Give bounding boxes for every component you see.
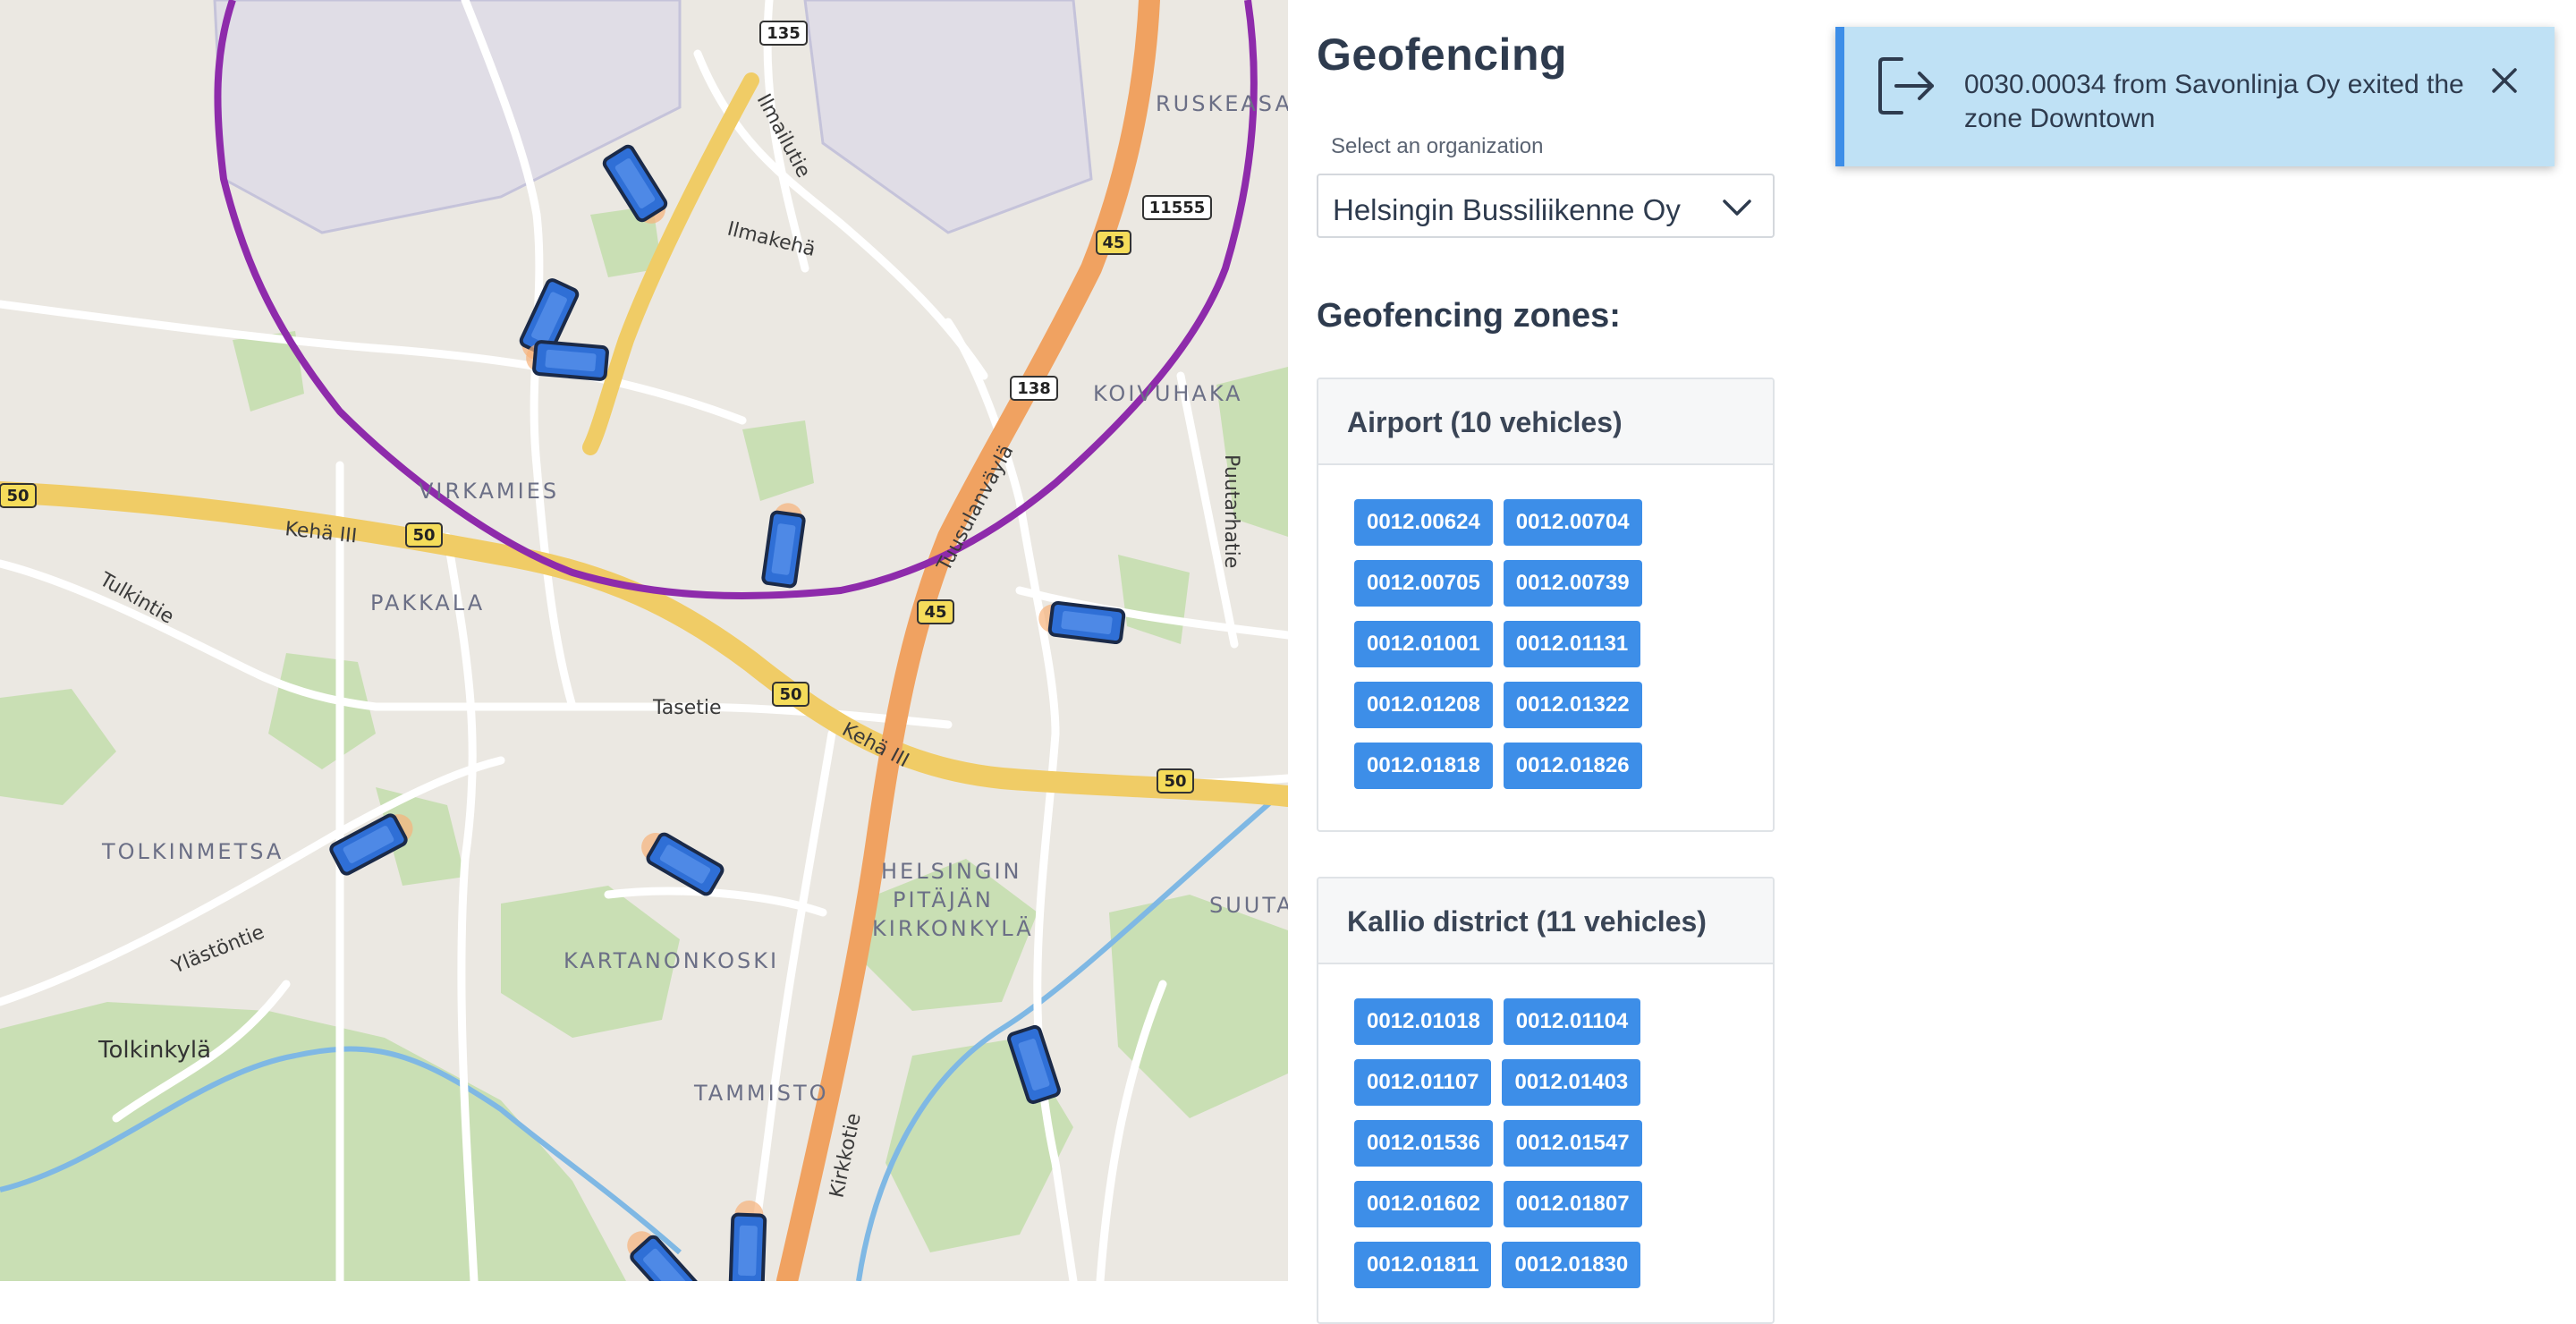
shield-45-top: 45 [1096,230,1131,255]
vehicle-tag[interactable]: 0012.01403 [1502,1059,1641,1106]
vehicle-tag[interactable]: 0012.00739 [1503,560,1642,607]
vehicle-tag[interactable]: 0012.01131 [1503,621,1641,667]
toast-accent-bar [1835,27,1844,166]
svg-text:50: 50 [1164,772,1186,791]
place-label-koivuhaka: KOIVUHAKA [1093,381,1243,406]
bus-marker[interactable] [728,1200,767,1281]
vehicle-tag[interactable]: 0012.01547 [1503,1120,1642,1167]
shield-11555: 11555 [1142,195,1212,220]
park-areas [0,206,1288,1281]
chevron-down-icon [1723,199,1751,216]
street-label-puutarhatie: Puutarhatie [1220,454,1242,568]
bus-marker[interactable] [525,340,609,381]
shield-50-tasetie: 50 [772,682,809,707]
place-label-helsingin: HELSINGIN [881,859,1021,884]
zone-vehicle-list: 0012.01018 0012.01104 0012.01107 0012.0140… [1318,964,1716,1322]
vehicle-tag[interactable]: 0012.00704 [1503,499,1642,546]
place-label-tammisto: TAMMISTO [693,1081,829,1106]
exit-icon [1878,57,1934,115]
shield-138: 138 [1010,376,1058,401]
shield-50-right: 50 [1157,768,1194,794]
vehicle-tag[interactable]: 0012.01811 [1354,1242,1492,1288]
vehicle-tag[interactable]: 0012.01322 [1503,682,1642,728]
place-label-tolkinkyla: Tolkinkylä [97,1037,211,1064]
place-label-virkamies: VIRKAMIES [419,479,559,504]
vehicle-tag[interactable]: 0012.01826 [1503,743,1642,789]
svg-text:45: 45 [1102,233,1124,252]
close-icon[interactable] [2490,66,2519,95]
vehicle-tag[interactable]: 0012.00705 [1354,560,1493,607]
vehicle-tag[interactable]: 0012.01001 [1354,621,1493,667]
place-label-tolkinmetsa: TOLKINMETSA [101,839,284,864]
vehicle-tag[interactable]: 0012.01830 [1502,1242,1641,1288]
map-canvas[interactable]: 135 11555 45 138 50 50 45 50 50 RUSKEASA… [0,0,1288,1281]
shield-50-kehä: 50 [405,522,443,547]
zone-title: Airport (10 vehicles) [1318,379,1773,465]
bus-marker[interactable] [635,826,724,896]
place-label-suutarila: SUUTARILA [1209,893,1288,918]
vehicle-tag[interactable]: 0012.01208 [1354,682,1493,728]
street-label-tuusulanvayla: Tuusulanväylä [933,441,1019,575]
svg-text:50: 50 [412,526,435,545]
svg-text:50: 50 [6,487,29,505]
svg-text:50: 50 [779,685,801,704]
svg-text:138: 138 [1017,379,1051,398]
organization-label: Select an organization [1331,134,1544,158]
svg-text:45: 45 [924,603,946,622]
zones-heading: Geofencing zones: [1317,297,1621,335]
place-label-kartanonkoski: KARTANONKOSKI [564,948,779,973]
vehicle-tag[interactable]: 0012.01107 [1354,1059,1492,1106]
vehicle-tag[interactable]: 0012.01018 [1354,998,1493,1045]
page-title: Geofencing [1317,30,1568,80]
place-label-kirkonkyla: KIRKONKYLÄ [872,915,1034,941]
vehicle-tag[interactable]: 0012.01104 [1503,998,1641,1045]
place-label-ruskeasanta: RUSKEASANTA [1156,91,1288,116]
vehicle-tag[interactable]: 0012.00624 [1354,499,1493,546]
street-label-ylastontie: Ylästöntie [168,921,267,979]
geofencing-panel: Geofencing Select an organization Helsin… [1317,0,1782,1324]
vehicle-tag[interactable]: 0012.01818 [1354,743,1493,789]
zone-vehicle-list: 0012.00624 0012.00704 0012.00705 0012.0073… [1318,465,1716,825]
place-label-pakkala: PAKKALA [370,590,485,615]
vehicle-tag[interactable]: 0012.01602 [1354,1181,1493,1227]
bus-marker[interactable] [761,501,806,589]
shield-50-left: 50 [0,483,37,508]
organization-select[interactable]: Helsingin Bussiliikenne Oy [1317,174,1775,238]
zone-card-airport: Airport (10 vehicles) 0012.00624 0012.007… [1317,378,1775,832]
street-label-tasetie: Tasetie [652,697,722,719]
organization-select-value: Helsingin Bussiliikenne Oy [1333,193,1681,226]
zone-card-kallio: Kallio district (11 vehicles) 0012.01018… [1317,877,1775,1324]
place-label-pitajan: PITÄJÄN [893,887,994,912]
notification-toast: 0030.00034 from Savonlinja Oy exited the… [1835,27,2555,166]
vehicle-tag[interactable]: 0012.01807 [1503,1181,1642,1227]
svg-text:135: 135 [767,24,801,43]
shield-135: 135 [759,21,808,46]
map[interactable]: 135 11555 45 138 50 50 45 50 50 RUSKEASA… [0,0,1288,1281]
street-label-ilmakeha: Ilmakehä [725,218,818,262]
shield-45-mid: 45 [917,599,954,624]
zone-title: Kallio district (11 vehicles) [1318,878,1773,964]
vehicle-tag[interactable]: 0012.01536 [1354,1120,1493,1167]
svg-text:11555: 11555 [1149,199,1206,217]
toast-message: 0030.00034 from Savonlinja Oy exited the… [1964,70,2464,133]
